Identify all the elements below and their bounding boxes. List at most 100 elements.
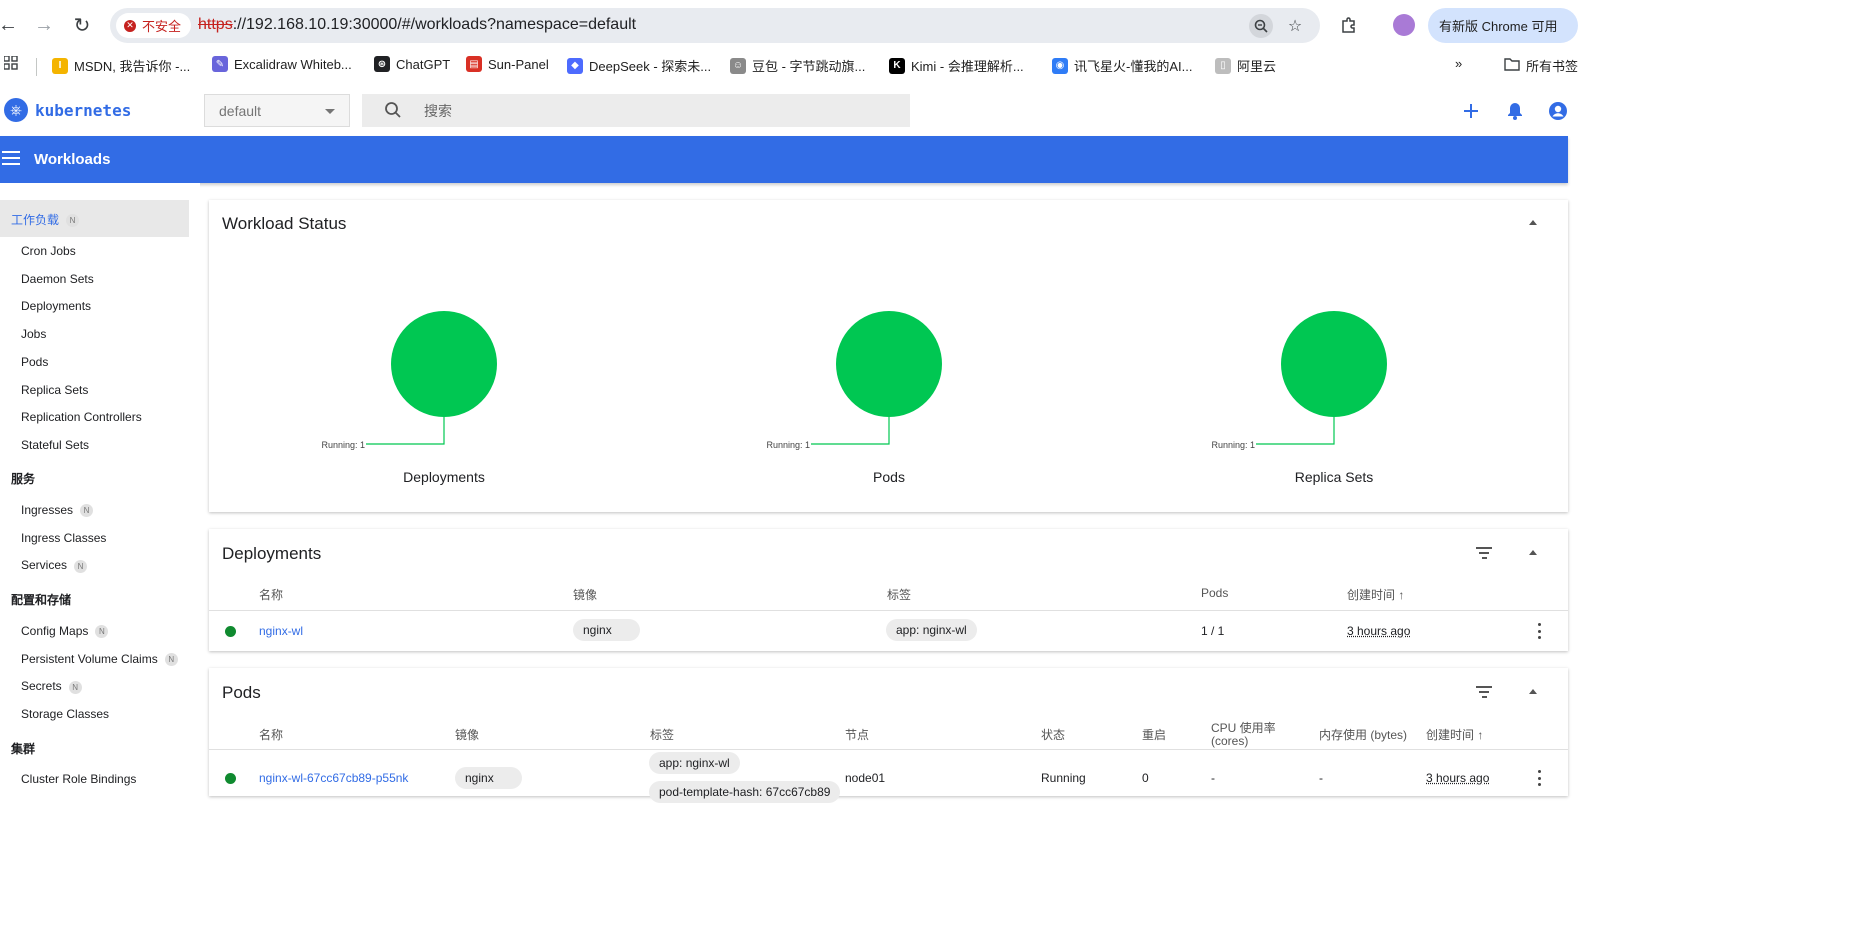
pod-name-link[interactable]: nginx-wl-67cc67cb89-p55nk xyxy=(259,771,408,785)
sidebar-item-jobs[interactable]: Jobs xyxy=(21,327,46,341)
label-chip[interactable]: pod-template-hash: 67cc67cb89 xyxy=(649,781,841,803)
legend-leader-line xyxy=(366,417,445,445)
sidebar-item-cluster-role-bindings[interactable]: Cluster Role Bindings xyxy=(21,772,136,786)
collapse-icon[interactable] xyxy=(1529,550,1537,555)
brand-title[interactable]: kubernetes xyxy=(35,101,131,120)
address-bar[interactable]: ✕ 不安全 https://192.168.10.19:30000/#/work… xyxy=(110,8,1320,43)
column-header-restarts: 重启 xyxy=(1142,728,1167,742)
running-slice[interactable] xyxy=(391,311,497,417)
sidebar-section-services[interactable]: 服务 xyxy=(11,470,35,487)
star-icon[interactable]: ☆ xyxy=(1283,14,1307,38)
search-input[interactable] xyxy=(424,94,824,127)
running-slice[interactable] xyxy=(836,311,942,417)
sidebar-item-label: Replication Controllers xyxy=(21,410,142,425)
bookmark-item[interactable]: ▤ Sun-Panel xyxy=(466,56,549,72)
bookmark-item[interactable]: ▯ 阿里云 xyxy=(1215,56,1276,75)
column-header-name[interactable]: 名称 xyxy=(259,726,283,743)
sidebar-item-label: Services xyxy=(21,558,68,573)
url-text[interactable]: https://192.168.10.19:30000/#/workloads?… xyxy=(198,16,636,34)
bookmark-item[interactable]: I MSDN, 我告诉你 -... xyxy=(52,56,190,75)
sidebar-item-storage-classes[interactable]: Storage Classes xyxy=(21,707,109,721)
sidebar-item-services[interactable]: Services N xyxy=(21,558,88,573)
more-actions-icon[interactable] xyxy=(1538,623,1542,639)
filter-icon[interactable] xyxy=(1476,547,1492,559)
column-header-name[interactable]: 名称 xyxy=(259,586,283,603)
bookmark-favicon-icon: ▯ xyxy=(1215,57,1231,74)
zoom-icon[interactable] xyxy=(1249,14,1273,38)
k8s-header: ⎈ kubernetes default xyxy=(0,86,1568,136)
account-icon[interactable] xyxy=(1546,99,1570,123)
all-bookmarks-button[interactable]: 所有书签 xyxy=(1504,56,1578,75)
sidebar-item-cron-jobs[interactable]: Cron Jobs xyxy=(21,244,76,258)
search-bar[interactable] xyxy=(362,94,910,127)
running-slice[interactable] xyxy=(1281,311,1387,417)
namespaced-badge: N xyxy=(80,504,94,518)
status-value: Running xyxy=(1041,771,1086,785)
namespace-select[interactable]: default xyxy=(204,94,350,127)
status-chart-svg: Running: 1 xyxy=(321,311,497,450)
column-header-image: 镜像 xyxy=(573,588,598,602)
pods-count: 1 / 1 xyxy=(1201,624,1225,638)
collapse-icon[interactable] xyxy=(1529,689,1537,694)
bookmark-item[interactable]: ◆ DeepSeek - 探索未... xyxy=(567,56,711,75)
more-actions-icon[interactable] xyxy=(1538,770,1542,786)
sidebar-item-persistent-volume-claims[interactable]: Persistent Volume Claims N xyxy=(21,651,178,667)
reload-icon[interactable]: ↻ xyxy=(70,13,94,37)
sidebar-item-replication-controllers[interactable]: Replication Controllers xyxy=(21,410,142,424)
bookmark-item[interactable]: ✎ Excalidraw Whiteb... xyxy=(212,56,352,72)
running-legend-label: Running: 1 xyxy=(766,440,810,450)
deployment-name-link[interactable]: nginx-wl xyxy=(259,624,303,638)
node-value[interactable]: node01 xyxy=(845,771,885,785)
column-header-created[interactable]: 创建时间 ↑ xyxy=(1426,726,1483,743)
chrome-update-button[interactable]: 有新版 Chrome 可用 xyxy=(1428,8,1578,43)
notifications-bell-icon[interactable] xyxy=(1503,99,1527,123)
sidebar-item-daemon-sets[interactable]: Daemon Sets xyxy=(21,272,94,286)
page-toolbar: Workloads xyxy=(0,136,1568,183)
column-header-created[interactable]: 创建时间 ↑ xyxy=(1347,586,1404,603)
column-header-node[interactable]: 节点 xyxy=(845,726,869,743)
sidebar-item-workloads[interactable]: 工作负载 N xyxy=(0,200,189,237)
bookmark-item[interactable]: ◉ 讯飞星火-懂我的AI... xyxy=(1052,56,1192,75)
bookmark-label: MSDN, 我告诉你 -... xyxy=(74,59,191,74)
running-legend-label: Running: 1 xyxy=(321,440,365,450)
apps-icon[interactable] xyxy=(4,56,18,70)
label-chip[interactable]: app: nginx-wl xyxy=(649,752,740,774)
bookmark-item[interactable]: K Kimi - 会推理解析... xyxy=(889,56,1024,75)
chevron-down-icon xyxy=(325,109,335,114)
sidebar-item-ingress-classes[interactable]: Ingress Classes xyxy=(21,531,106,545)
sidebar-item-label: Cluster Role Bindings xyxy=(21,772,137,786)
extensions-icon[interactable] xyxy=(1337,13,1361,37)
column-header-status[interactable]: 状态 xyxy=(1041,726,1065,743)
profile-avatar[interactable] xyxy=(1393,14,1415,36)
bookmark-item[interactable]: ⊛ ChatGPT xyxy=(374,56,450,72)
sidebar-item-replica-sets[interactable]: Replica Sets xyxy=(21,383,88,397)
menu-icon[interactable] xyxy=(2,151,20,167)
sidebar-section-cluster[interactable]: 集群 xyxy=(11,740,35,757)
created-time: 3 hours ago xyxy=(1347,624,1411,638)
sidebar-item-pods[interactable]: Pods xyxy=(21,355,48,369)
sidebar-item-stateful-sets[interactable]: Stateful Sets xyxy=(21,438,89,452)
more-bookmarks-icon[interactable]: » xyxy=(1455,56,1462,71)
running-legend-label: Running: 1 xyxy=(1211,440,1255,450)
sidebar-item-label: Persistent Volume Claims xyxy=(21,651,158,666)
label-chip[interactable]: app: nginx-wl xyxy=(886,619,977,641)
memory-value: - xyxy=(1319,771,1323,785)
sidebar-item-ingresses[interactable]: Ingresses N xyxy=(21,503,94,518)
sidebar-item-config-maps[interactable]: Config Maps N xyxy=(21,624,109,639)
created-time: 3 hours ago xyxy=(1426,771,1490,785)
sidebar-section-config-storage[interactable]: 配置和存储 xyxy=(11,591,71,608)
forward-icon[interactable]: → xyxy=(32,13,56,37)
bookmark-label: Kimi - 会推理解析... xyxy=(911,59,1024,74)
security-chip[interactable]: ✕ 不安全 xyxy=(116,13,192,38)
create-icon[interactable] xyxy=(1459,99,1483,123)
back-icon[interactable]: ← xyxy=(0,13,20,37)
bookmark-item[interactable]: ☺ 豆包 - 字节跳动旗... xyxy=(730,56,865,75)
filter-icon[interactable] xyxy=(1476,686,1492,698)
sidebar-item-secrets[interactable]: Secrets N xyxy=(21,679,82,694)
collapse-icon[interactable] xyxy=(1529,220,1537,225)
namespaced-badge: N xyxy=(68,680,82,694)
sidebar-item-deployments[interactable]: Deployments xyxy=(21,299,91,313)
kubernetes-logo-icon[interactable]: ⎈ xyxy=(4,98,28,122)
sidebar-item-label: Daemon Sets xyxy=(21,271,94,286)
status-chart-label: Replica Sets xyxy=(1294,469,1374,485)
